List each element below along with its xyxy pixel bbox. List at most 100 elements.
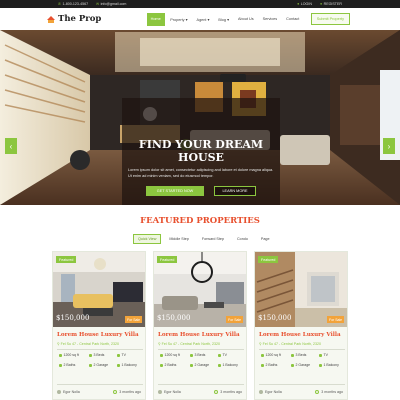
feature-area: 1200 sq ft — [59, 353, 79, 357]
tab-condo[interactable]: Condo — [232, 234, 253, 244]
property-title[interactable]: Lorem House Luxury Villa — [57, 332, 139, 338]
area-icon — [59, 353, 62, 357]
clock-icon — [315, 390, 320, 394]
feature-garage: 2 Garage — [291, 363, 310, 367]
feature-garage: 2 Garage — [89, 363, 108, 367]
nav-item-about[interactable]: About Us — [234, 15, 257, 23]
property-card[interactable]: Featured For Sale $150,000 Lorem House L… — [52, 251, 146, 400]
feature-tv: TV — [319, 353, 328, 357]
nav-item-home[interactable]: Home — [146, 12, 165, 26]
user-icon: ● — [297, 2, 300, 6]
feature-balcony: 1 Balcony — [117, 363, 137, 367]
register-link[interactable]: ● REGISTER — [320, 2, 342, 6]
sale-badge: For Sale — [125, 316, 142, 323]
nav-item-contact[interactable]: Contact — [283, 15, 303, 23]
property-title[interactable]: Lorem House Luxury Villa — [158, 332, 240, 338]
divider — [158, 384, 244, 385]
area-icon — [160, 353, 163, 357]
bed-icon — [89, 353, 92, 357]
hero-title: FIND YOUR DREAM HOUSE — [138, 138, 264, 164]
learn-more-button[interactable]: LEARN MORE — [214, 186, 256, 196]
agent-link[interactable]: Egor Nolla — [158, 390, 181, 394]
property-address: ⚲Fel Su 47 - Central Park North, 2320 — [158, 342, 220, 346]
balcony-icon — [117, 363, 120, 367]
site-logo[interactable]: The Prop — [47, 14, 101, 24]
avatar — [259, 390, 263, 394]
main-navbar: The Prop Home Property ▾ Agent ▾ Blog ▾ … — [0, 8, 400, 30]
feature-area: 1200 sq ft — [261, 353, 281, 357]
property-card[interactable]: Featured For Sale $150,000 Lorem House L… — [254, 251, 348, 400]
logo-text: The Prop — [58, 14, 102, 24]
slider-prev-button[interactable]: ‹ — [5, 138, 17, 154]
get-started-button[interactable]: GET STARTED NOW — [146, 186, 204, 196]
location-pin-icon: ⚲ — [158, 342, 161, 346]
nav-menu: Home Property ▾ Agent ▾ Blog ▾ About Us … — [146, 12, 350, 26]
user-plus-icon: ● — [319, 2, 323, 6]
chevron-right-icon: › — [387, 141, 391, 151]
feature-baths: 2 Baths — [59, 363, 75, 367]
property-price: $150,000 — [56, 314, 90, 322]
agent-link[interactable]: Egor Nolla — [57, 390, 80, 394]
property-address: ⚲Fel Su 47 - Central Park North, 2320 — [57, 342, 119, 346]
phone-contact[interactable]: ✆ 1-800-123-4567 — [58, 2, 88, 6]
property-card[interactable]: Featured For Sale $150,000 Lorem House L… — [153, 251, 247, 400]
clock-icon — [113, 390, 118, 394]
tab-page[interactable]: Page — [256, 234, 275, 244]
bath-icon — [261, 363, 264, 367]
bed-icon — [190, 353, 193, 357]
nav-item-agent[interactable]: Agent ▾ — [193, 15, 213, 24]
feature-balcony: 1 Balcony — [319, 363, 339, 367]
tv-icon — [218, 353, 221, 357]
posted-time: 3 months ago — [113, 390, 141, 394]
clock-icon — [214, 390, 219, 394]
location-pin-icon: ⚲ — [259, 342, 262, 346]
nav-item-property[interactable]: Property ▾ — [167, 15, 191, 24]
hero-description: Lorem ipsum dolor sit amet, consectetur … — [128, 168, 274, 178]
email-contact[interactable]: ✉ info@gmail.com — [96, 2, 126, 6]
tab-quick-view[interactable]: Quick View — [133, 234, 162, 244]
tab-forward-step[interactable]: Forward Step — [197, 234, 229, 244]
section-title: FEATURED PROPERTIES — [140, 216, 260, 226]
featured-badge: Featured — [56, 256, 77, 263]
property-title[interactable]: Lorem House Luxury Villa — [259, 332, 341, 338]
feature-beds: 3 Beds — [89, 353, 104, 357]
feature-baths: 2 Baths — [160, 363, 176, 367]
mail-icon: ✉ — [96, 2, 100, 6]
bed-icon — [291, 353, 294, 357]
feature-garage: 2 Garage — [190, 363, 209, 367]
feature-tv: TV — [117, 353, 126, 357]
top-contact-bar: ✆ 1-800-123-4567 ✉ info@gmail.com ● LOGIN ●… — [0, 0, 400, 8]
login-link[interactable]: ● LOGIN — [297, 2, 312, 6]
balcony-icon — [218, 363, 221, 367]
featured-badge: Featured — [157, 256, 178, 263]
avatar — [57, 390, 61, 394]
sale-badge: For Sale — [327, 316, 344, 323]
submit-property-button[interactable]: Submit Property — [310, 13, 350, 25]
divider — [57, 349, 143, 350]
posted-time: 3 months ago — [315, 390, 343, 394]
tab-middle-step[interactable]: Middle Step — [164, 234, 193, 244]
feature-baths: 2 Baths — [261, 363, 277, 367]
slider-next-button[interactable]: › — [383, 138, 395, 154]
featured-properties-section: FEATURED PROPERTIES Quick View Middle St… — [0, 205, 400, 400]
tv-icon — [117, 353, 120, 357]
property-price: $150,000 — [258, 314, 292, 322]
feature-balcony: 1 Balcony — [218, 363, 238, 367]
sale-badge: For Sale — [226, 316, 243, 323]
nav-item-blog[interactable]: Blog ▾ — [215, 15, 233, 24]
agent-link[interactable]: Egor Nolla — [259, 390, 282, 394]
feature-beds: 3 Beds — [291, 353, 306, 357]
bath-icon — [59, 363, 62, 367]
house-logo-icon — [47, 15, 55, 23]
garage-icon — [190, 363, 193, 367]
property-price: $150,000 — [157, 314, 191, 322]
bath-icon — [160, 363, 163, 367]
nav-item-services[interactable]: Services — [259, 15, 281, 23]
area-icon — [261, 353, 264, 357]
location-pin-icon: ⚲ — [57, 342, 60, 346]
avatar — [158, 390, 162, 394]
divider — [57, 384, 143, 385]
tv-icon — [319, 353, 322, 357]
property-filter-tabs: Quick View Middle Step Forward Step Cond… — [133, 234, 275, 244]
garage-icon — [89, 363, 92, 367]
